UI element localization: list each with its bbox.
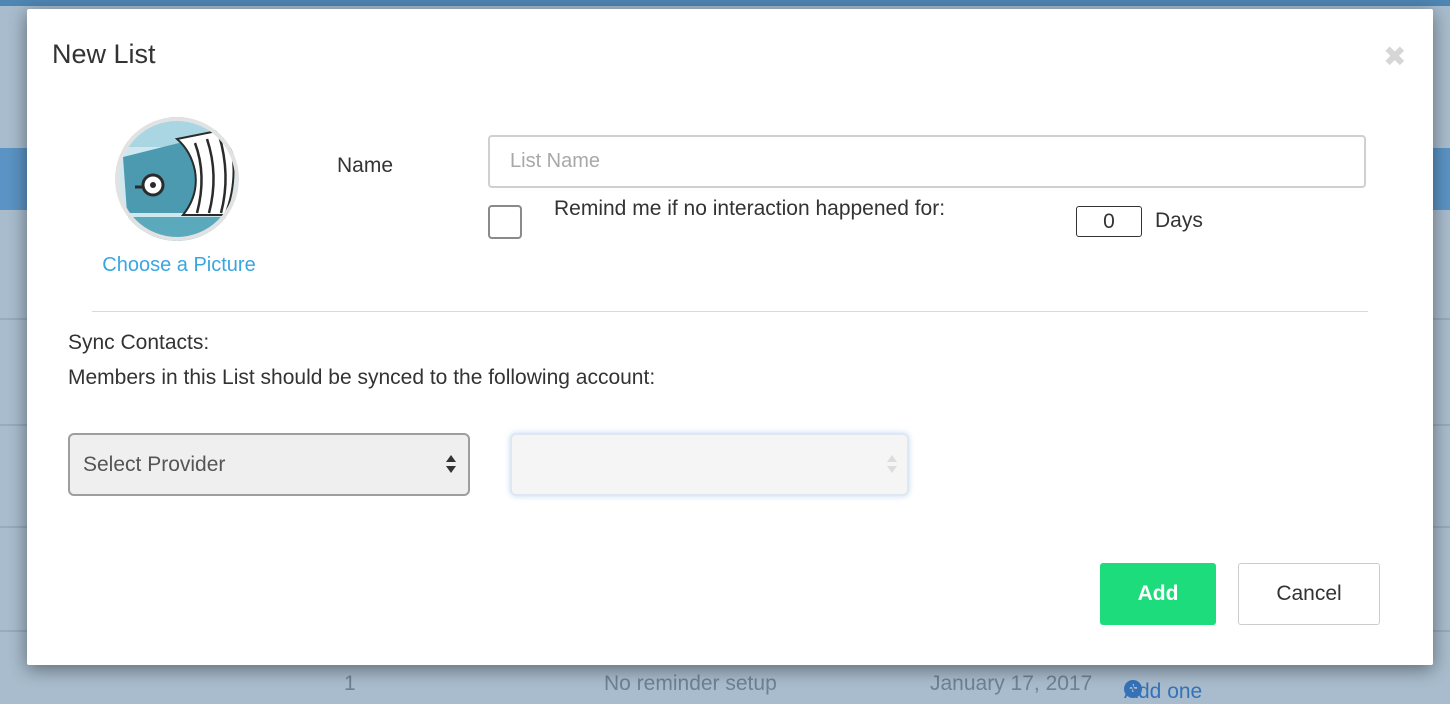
provider-select-value: Select Provider [83,453,226,476]
remind-checkbox[interactable] [488,205,522,239]
background-date: January 17, 2017 [930,672,1093,695]
remind-label: Remind me if no interaction happened for… [554,197,946,220]
close-icon[interactable]: ✖ [1383,43,1406,71]
modal-title: New List [52,39,156,69]
remind-days-input[interactable] [1076,206,1142,237]
account-select[interactable] [510,433,909,496]
choose-picture-link[interactable]: Choose a Picture [101,254,257,277]
sync-contacts-description: Members in this List should be synced to… [68,366,656,389]
select-arrows-icon [887,455,899,473]
cancel-button[interactable]: Cancel [1238,563,1380,625]
new-list-modal: New List ✖ Choose a Picture Name Remind … [27,9,1433,665]
list-name-input[interactable] [488,135,1366,188]
provider-select[interactable]: Select Provider [68,433,470,496]
list-picture-avatar[interactable] [115,117,239,241]
background-count: 1 [344,672,356,695]
select-arrows-icon [446,455,458,473]
background-table-row: 1 No reminder setup January 17, 2017 + Ad… [0,664,1450,704]
background-reminder: No reminder setup [604,672,777,695]
background-topbar [0,0,1450,6]
background-add-link-label: Add one [1124,680,1203,703]
whale-icon [115,117,239,241]
days-label: Days [1155,209,1203,232]
sync-contacts-heading: Sync Contacts: [68,331,210,354]
section-divider [92,311,1368,312]
add-button[interactable]: Add [1100,563,1216,625]
name-label: Name [337,154,394,177]
